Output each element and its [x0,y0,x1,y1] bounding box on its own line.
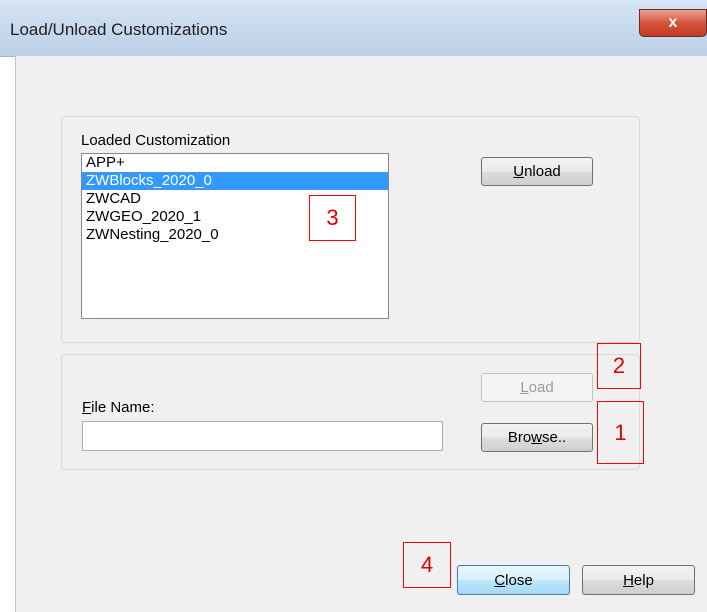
unload-button[interactable]: Unload [481,157,593,186]
annotation-marker-1: 1 [597,401,644,464]
browse-button[interactable]: Bro w se.. [481,423,593,452]
browse-label-prefix: Bro [507,429,532,446]
dialog-window: Load/Unload Customizations x Loaded Cust… [0,0,707,612]
help-mnemonic: H [623,571,634,589]
close-mnemonic: C [494,571,506,589]
annotation-marker-4: 4 [403,542,451,588]
list-item-selected[interactable]: ZWBlocks_2020_0 [82,172,388,190]
close-window-button[interactable]: x [639,9,707,37]
close-label: lose [505,571,533,589]
file-name-mnemonic: F [82,399,92,416]
title-bar[interactable]: Load/Unload Customizations x [0,0,707,57]
load-mnemonic: L [520,379,529,396]
annotation-marker-3: 3 [309,195,356,241]
close-button[interactable]: Close [457,565,570,595]
help-label: elp [633,571,654,589]
close-icon: x [668,14,678,31]
list-item[interactable]: APP+ [82,154,388,172]
annotation-marker-2: 2 [597,343,641,389]
file-name-label-text: ile Name: [91,399,155,416]
loaded-customization-label: Loaded Customization [81,132,231,149]
load-button[interactable]: Load [481,373,593,402]
browse-mnemonic: w [531,429,542,446]
file-name-input[interactable] [82,421,443,451]
unload-mnemonic: U [513,163,525,180]
file-name-label: File Name: [82,399,155,416]
unload-label: nload [524,163,561,180]
load-label: oad [528,379,554,396]
window-title: Load/Unload Customizations [10,20,228,39]
browse-label-suffix: se.. [542,429,567,446]
help-button[interactable]: Help [582,565,695,595]
